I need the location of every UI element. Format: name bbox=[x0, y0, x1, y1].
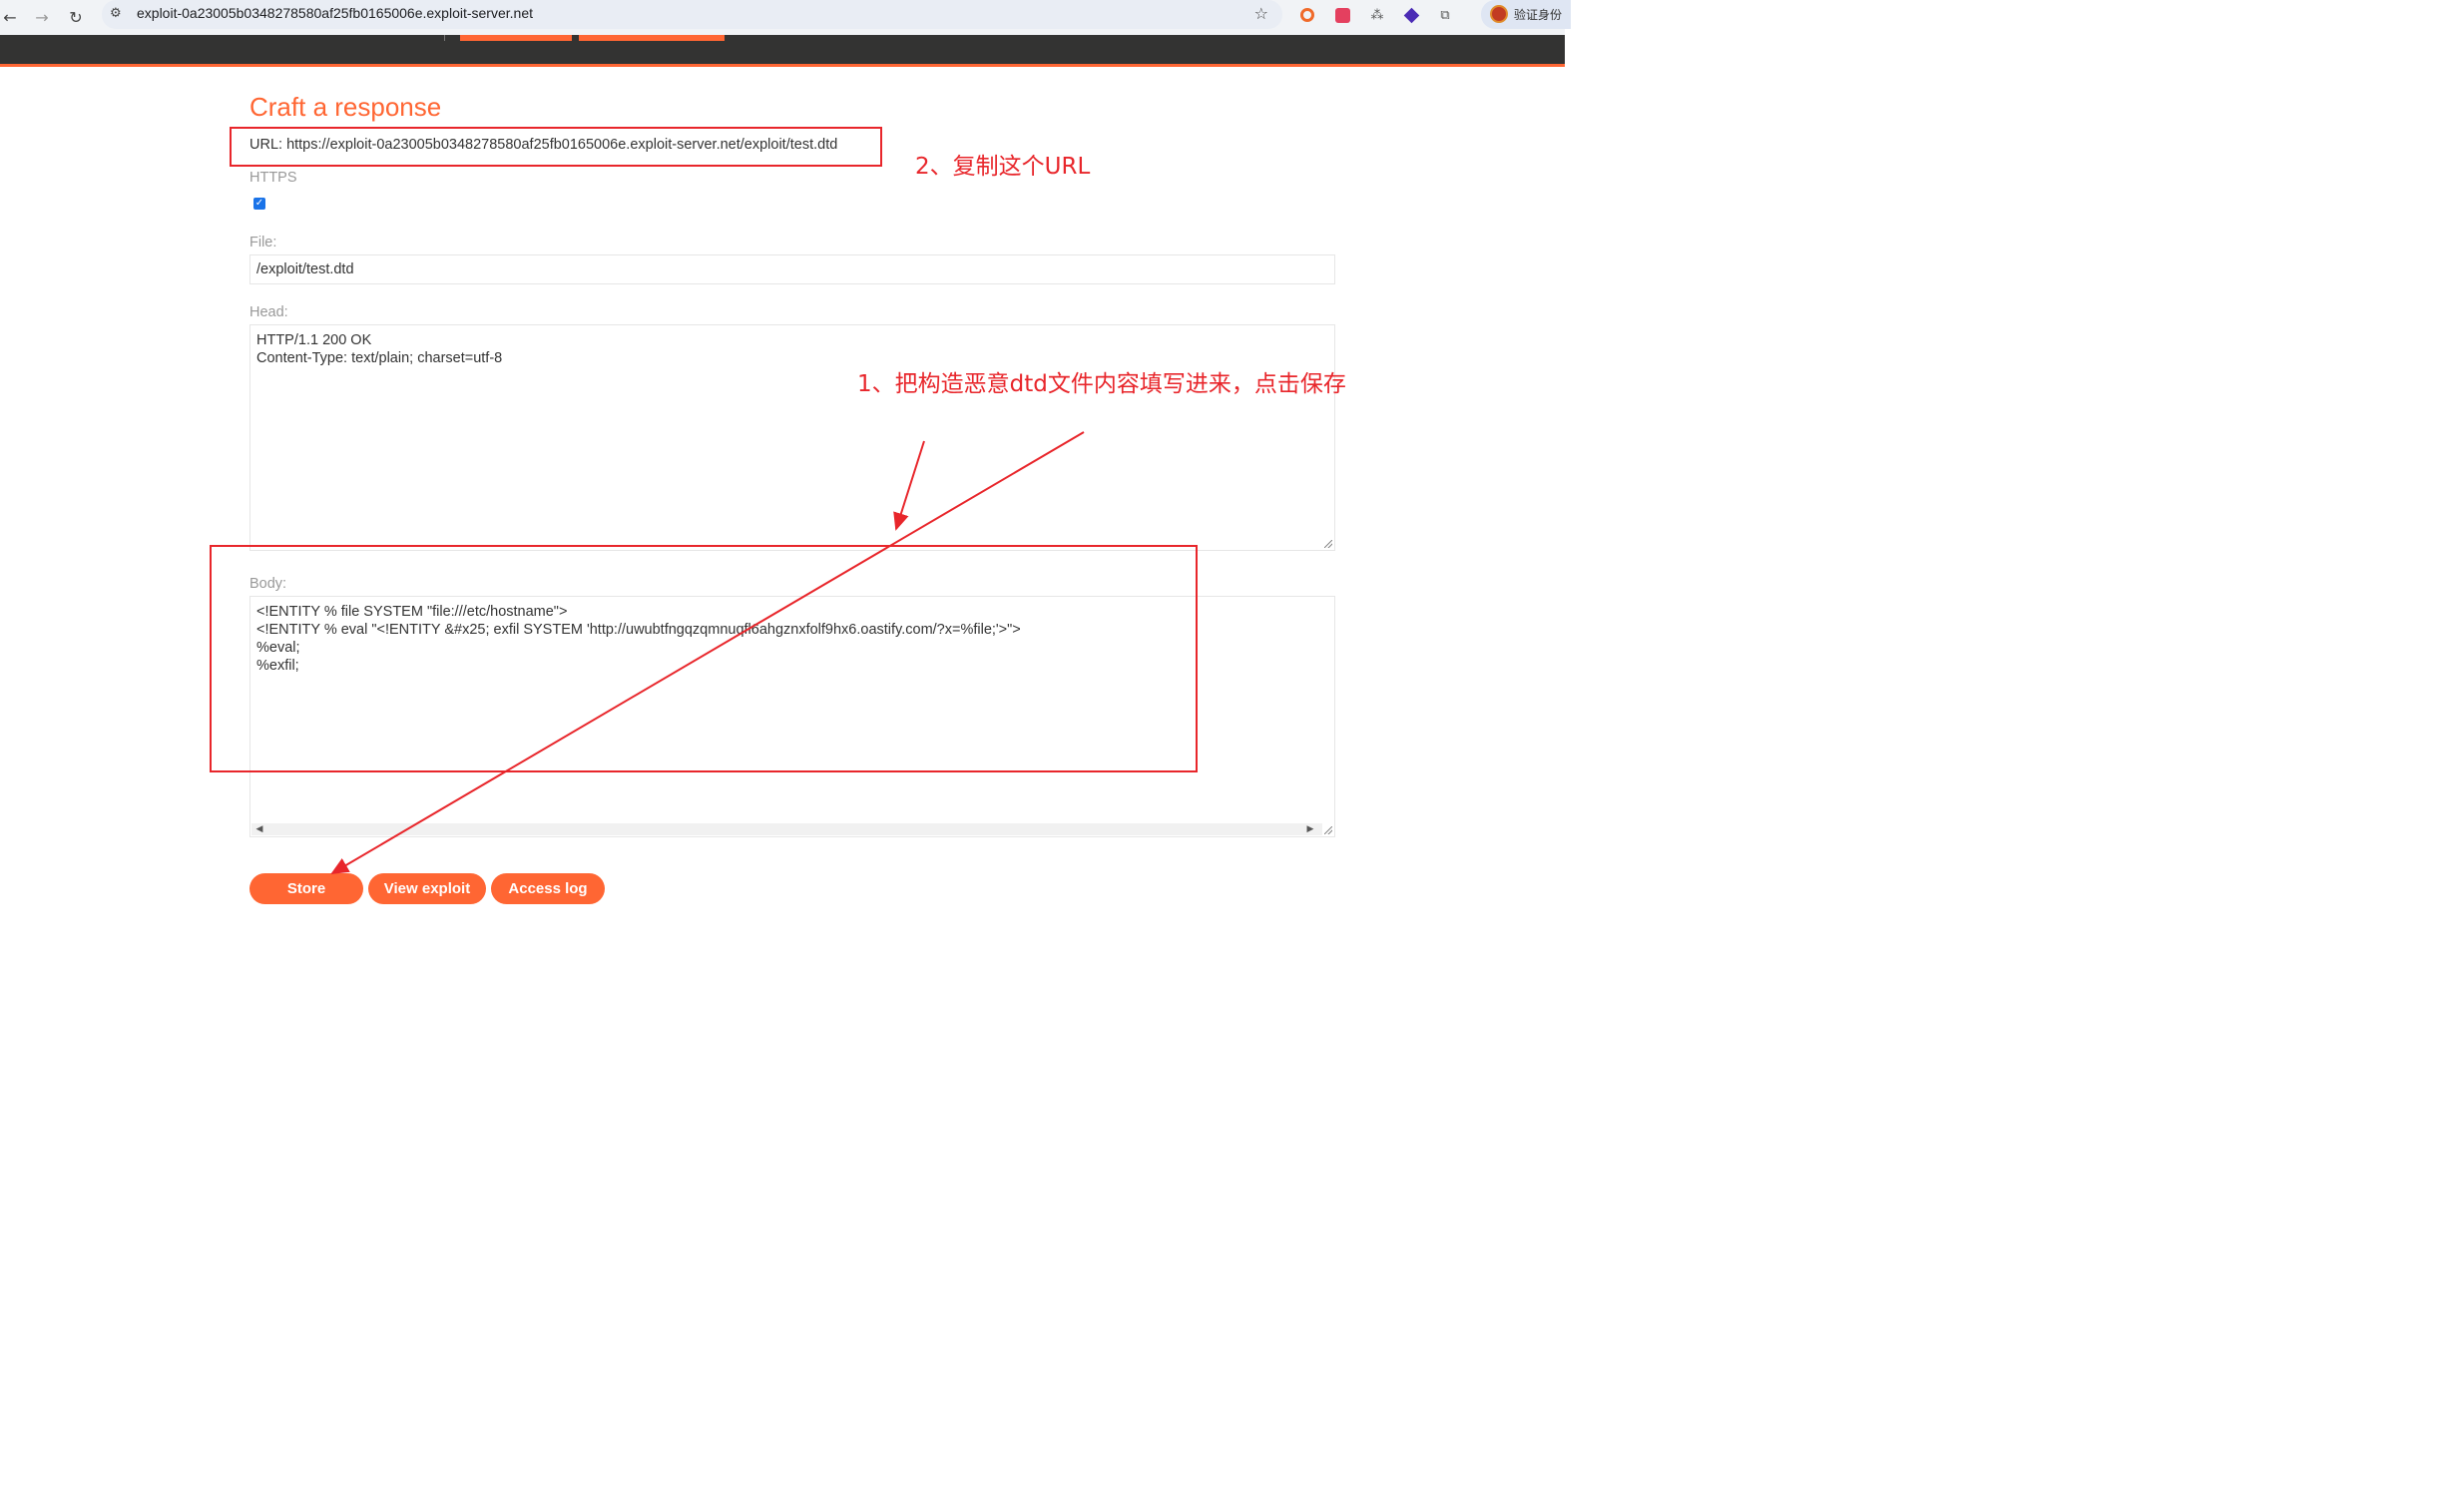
site-settings-icon[interactable]: ⚙ bbox=[110, 6, 122, 21]
head-label: Head: bbox=[249, 304, 288, 320]
body-horizontal-scrollbar[interactable]: ◀ ▶ bbox=[251, 823, 1322, 835]
extension-layers-icon[interactable] bbox=[1401, 5, 1421, 25]
head-resize-handle[interactable] bbox=[1324, 540, 1332, 548]
https-checkbox[interactable]: ✓ bbox=[253, 198, 265, 210]
scroll-right-icon[interactable]: ▶ bbox=[1304, 823, 1316, 835]
annotation-step2: 2、复制这个URL bbox=[915, 154, 1091, 180]
head-textarea-content: HTTP/1.1 200 OK Content-Type: text/plain… bbox=[256, 332, 503, 366]
browser-toolbar: ← → ↻ ⚙ exploit-0a23005b0348278580af25fb… bbox=[0, 0, 1571, 35]
header-divider bbox=[444, 35, 445, 41]
head-textarea[interactable]: HTTP/1.1 200 OK Content-Type: text/plain… bbox=[249, 324, 1335, 551]
annotation-url-box bbox=[230, 127, 882, 167]
header-tab-1[interactable] bbox=[460, 35, 572, 41]
extension-counter-icon[interactable]: ⁂ bbox=[1367, 5, 1387, 25]
avatar bbox=[1490, 5, 1508, 23]
annotation-step1: 1、把构造恶意dtd文件内容填写进来，点击保存 bbox=[857, 371, 1346, 397]
scroll-left-icon[interactable]: ◀ bbox=[253, 823, 265, 835]
address-url[interactable]: exploit-0a23005b0348278580af25fb0165006e… bbox=[137, 5, 533, 21]
store-button[interactable]: Store bbox=[249, 873, 363, 904]
header-tab-2[interactable] bbox=[579, 35, 725, 41]
access-log-button[interactable]: Access log bbox=[491, 873, 605, 904]
extension-record-icon[interactable] bbox=[1297, 5, 1317, 25]
back-icon[interactable]: ← bbox=[0, 3, 24, 31]
annotation-body-box bbox=[210, 545, 1198, 772]
reload-icon[interactable]: ↻ bbox=[62, 3, 90, 31]
site-header bbox=[0, 35, 1565, 67]
bookmark-star-icon[interactable]: ☆ bbox=[1254, 4, 1268, 23]
file-input[interactable]: /exploit/test.dtd bbox=[249, 254, 1335, 284]
extensions-puzzle-icon[interactable]: ⧉ bbox=[1435, 5, 1455, 25]
page-title: Craft a response bbox=[249, 92, 442, 122]
profile-label: 验证身份 bbox=[1514, 8, 1563, 22]
address-bar[interactable]: ⚙ exploit-0a23005b0348278580af25fb016500… bbox=[102, 0, 1282, 29]
https-label: HTTPS bbox=[249, 170, 297, 186]
file-label: File: bbox=[249, 235, 277, 251]
view-exploit-button[interactable]: View exploit bbox=[368, 873, 486, 904]
profile-button[interactable]: 验证身份 bbox=[1481, 0, 1571, 29]
forward-icon[interactable]: → bbox=[28, 3, 56, 31]
body-resize-handle[interactable] bbox=[1324, 826, 1332, 834]
extension-translate-icon[interactable] bbox=[1332, 5, 1352, 25]
file-input-value: /exploit/test.dtd bbox=[256, 261, 354, 277]
